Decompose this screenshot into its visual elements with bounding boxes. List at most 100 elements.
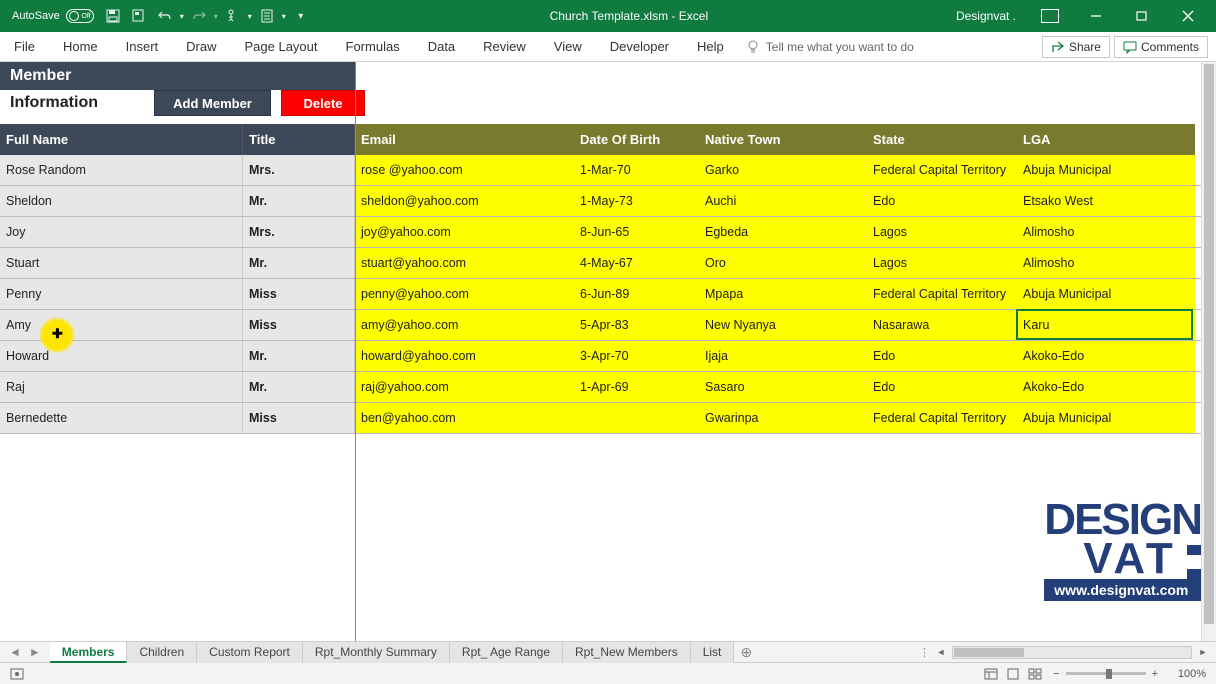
share-button[interactable]: Share [1042,36,1110,58]
table-row[interactable]: Rose RandomMrs.rose @yahoo.com1-Mar-70Ga… [0,155,1201,186]
column-header[interactable]: Full Name [0,124,243,155]
hscroll-left-icon[interactable]: ◄ [934,645,948,659]
comments-button[interactable]: Comments [1114,36,1208,58]
cell-name[interactable]: Penny [0,279,243,309]
cell-state[interactable]: Edo [867,341,1017,371]
user-name[interactable]: Designvat . [946,9,1026,23]
column-header[interactable]: Email [355,124,574,155]
column-header[interactable]: Date Of Birth [574,124,699,155]
cell-lga[interactable]: Abuja Municipal [1017,279,1195,309]
normal-view-icon[interactable] [981,666,1001,682]
cell-email[interactable]: stuart@yahoo.com [355,248,574,278]
cell-town[interactable]: Egbeda [699,217,867,247]
table-row[interactable]: HowardMr.howard@yahoo.com3-Apr-70IjajaEd… [0,341,1201,372]
cell-state[interactable]: Edo [867,186,1017,216]
page-break-view-icon[interactable] [1025,666,1045,682]
cell-title[interactable]: Mrs. [243,155,355,185]
column-header[interactable]: Native Town [699,124,867,155]
form-icon[interactable] [256,5,278,27]
cell-name[interactable]: Raj [0,372,243,402]
horizontal-scrollbar[interactable] [952,646,1192,659]
sheet-tab-rpt-monthly-summary[interactable]: Rpt_Monthly Summary [303,642,450,663]
table-row[interactable]: StuartMr.stuart@yahoo.com4-May-67OroLago… [0,248,1201,279]
cell-town[interactable]: Mpapa [699,279,867,309]
cell-dob[interactable]: 3-Apr-70 [574,341,699,371]
vertical-scrollbar[interactable]: ▲ [1201,62,1216,641]
cell-email[interactable]: sheldon@yahoo.com [355,186,574,216]
table-row[interactable]: AmyMissamy@yahoo.com5-Apr-83New NyanyaNa… [0,310,1201,341]
ribbon-tab-draw[interactable]: Draw [172,32,230,62]
column-header[interactable]: LGA [1017,124,1195,155]
cell-email[interactable]: howard@yahoo.com [355,341,574,371]
sheet-nav-prev-icon[interactable]: ◄ [6,645,24,659]
cell-email[interactable]: penny@yahoo.com [355,279,574,309]
cell-state[interactable]: Federal Capital Territory [867,155,1017,185]
cell-name[interactable]: Amy [0,310,243,340]
cell-lga[interactable]: Karu [1017,310,1195,340]
cell-lga[interactable]: Alimosho [1017,217,1195,247]
cell-town[interactable]: Gwarinpa [699,403,867,433]
maximize-icon[interactable] [1120,2,1164,30]
redo-icon[interactable] [188,5,210,27]
table-row[interactable]: JoyMrs.joy@yahoo.com8-Jun-65EgbedaLagosA… [0,217,1201,248]
cell-dob[interactable] [574,403,699,433]
zoom-level[interactable]: 100% [1164,668,1206,680]
cell-lga[interactable]: Akoko-Edo [1017,372,1195,402]
cell-state[interactable]: Edo [867,372,1017,402]
cell-town[interactable]: Oro [699,248,867,278]
cell-email[interactable]: rose @yahoo.com [355,155,574,185]
cell-name[interactable]: Sheldon [0,186,243,216]
customize-qat-icon[interactable]: ▾ [290,5,312,27]
table-row[interactable]: PennyMisspenny@yahoo.com6-Jun-89MpapaFed… [0,279,1201,310]
add-member-button[interactable]: Add Member [154,90,271,116]
cell-title[interactable]: Mr. [243,341,355,371]
cell-title[interactable]: Mr. [243,372,355,402]
cell-dob[interactable]: 8-Jun-65 [574,217,699,247]
cell-title[interactable]: Mr. [243,186,355,216]
cell-town[interactable]: Ijaja [699,341,867,371]
cell-state[interactable]: Lagos [867,217,1017,247]
cell-title[interactable]: Miss [243,403,355,433]
cell-lga[interactable]: Abuja Municipal [1017,403,1195,433]
table-row[interactable]: BernedetteMissben@yahoo.comGwarinpaFeder… [0,403,1201,434]
minimize-icon[interactable] [1074,2,1118,30]
sheet-tab-members[interactable]: Members [50,642,128,663]
ribbon-tab-view[interactable]: View [540,32,596,62]
cell-name[interactable]: Rose Random [0,155,243,185]
worksheet-area[interactable]: Member Information Add Member Delete Ful… [0,62,1201,641]
delete-button[interactable]: Delete [281,90,365,116]
ribbon-tab-file[interactable]: File [0,32,49,62]
ribbon-tab-insert[interactable]: Insert [112,32,173,62]
autosave-toggle[interactable]: AutoSave Off [8,7,98,25]
macro-record-icon[interactable] [10,668,24,680]
undo-icon[interactable] [154,5,176,27]
cell-email[interactable]: raj@yahoo.com [355,372,574,402]
sheet-nav-next-icon[interactable]: ► [26,645,44,659]
cell-email[interactable]: amy@yahoo.com [355,310,574,340]
cell-dob[interactable]: 4-May-67 [574,248,699,278]
tell-me-search[interactable]: Tell me what you want to do [746,40,1042,54]
zoom-out-icon[interactable]: − [1053,668,1059,680]
close-icon[interactable] [1166,2,1210,30]
ribbon-tab-page-layout[interactable]: Page Layout [231,32,332,62]
cell-title[interactable]: Mrs. [243,217,355,247]
cell-town[interactable]: Sasaro [699,372,867,402]
sheet-tab-rpt-age-range[interactable]: Rpt_ Age Range [450,642,563,663]
sheet-tab-rpt-new-members[interactable]: Rpt_New Members [563,642,691,663]
cell-town[interactable]: New Nyanya [699,310,867,340]
save-autorecovery-icon[interactable] [128,5,150,27]
cell-lga[interactable]: Etsako West [1017,186,1195,216]
cell-title[interactable]: Miss [243,310,355,340]
cell-email[interactable]: ben@yahoo.com [355,403,574,433]
ribbon-tab-home[interactable]: Home [49,32,112,62]
cell-lga[interactable]: Abuja Municipal [1017,155,1195,185]
zoom-in-icon[interactable]: + [1152,668,1158,680]
cell-dob[interactable]: 6-Jun-89 [574,279,699,309]
table-row[interactable]: SheldonMr.sheldon@yahoo.com1-May-73Auchi… [0,186,1201,217]
cell-town[interactable]: Garko [699,155,867,185]
page-layout-view-icon[interactable] [1003,666,1023,682]
cell-dob[interactable]: 1-May-73 [574,186,699,216]
cell-state[interactable]: Nasarawa [867,310,1017,340]
zoom-slider[interactable] [1066,672,1146,675]
cell-name[interactable]: Stuart [0,248,243,278]
